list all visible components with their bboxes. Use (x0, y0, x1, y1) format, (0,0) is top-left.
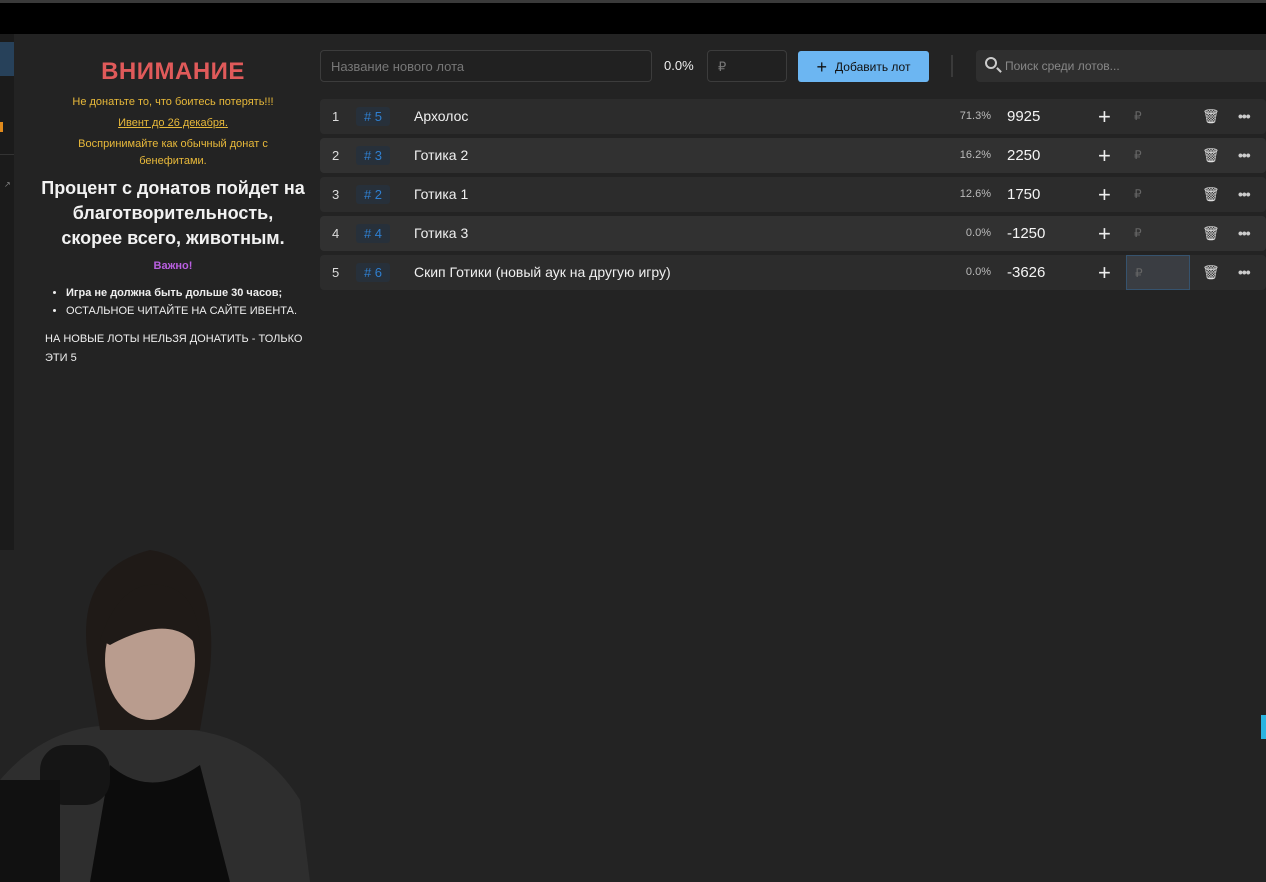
event-link[interactable]: Ивент до 26 декабря. (40, 115, 306, 132)
lot-donation-input[interactable]: ₽ (1126, 255, 1190, 290)
lot-id[interactable]: # 3 (356, 146, 390, 165)
lot-id[interactable]: # 6 (356, 263, 390, 282)
add-lot-button[interactable]: + Добавить лот (798, 51, 929, 82)
lot-name[interactable]: Готика 3 (414, 216, 468, 251)
more-options-icon[interactable]: ••• (1238, 216, 1251, 251)
more-options-icon[interactable]: ••• (1238, 255, 1251, 290)
more-options-icon[interactable]: ••• (1238, 177, 1251, 212)
lots-list: 1 # 5 Архолос 71.3% 9925 + ₽ 🗑 ••• 2 # 3 … (320, 99, 1266, 294)
rule-item: ОСТАЛЬНОЕ ЧИТАЙТЕ НА САЙТЕ ИВЕНТА. (66, 302, 306, 320)
rule-item: Игра не должна быть дольше 30 часов; (66, 284, 306, 302)
lot-index: 3 (332, 187, 340, 202)
rules-list: Игра не должна быть дольше 30 часов; ОСТ… (66, 284, 306, 320)
add-amount-plus-icon[interactable]: + (1098, 177, 1111, 212)
add-amount-plus-icon[interactable]: + (1098, 138, 1111, 173)
important-label: Важно! (153, 260, 193, 272)
lot-id[interactable]: # 5 (356, 107, 390, 126)
lot-amount: 9925 (1007, 108, 1041, 125)
new-lot-name-input[interactable]: Название нового лота (320, 50, 652, 82)
lot-donation-input[interactable]: ₽ (1126, 216, 1190, 251)
webcam-overlay (0, 550, 310, 882)
charity-heading: Процент с донатов пойдет на благотворите… (41, 178, 305, 248)
toolbar: Название нового лота 0.0% ₽ + Добавить л… (320, 50, 1266, 82)
lot-amount: 2250 (1007, 147, 1041, 164)
lot-donation-input[interactable]: ₽ (1126, 177, 1190, 212)
lot-amount: -1250 (1007, 225, 1046, 242)
add-amount-plus-icon[interactable]: + (1098, 255, 1111, 290)
lot-donation-input[interactable]: ₽ (1126, 99, 1190, 134)
notice-footer: НА НОВЫЕ ЛОТЫ НЕЛЬЗЯ ДОНАТИТЬ - ТОЛЬКО Э… (45, 333, 303, 364)
lot-amount: -3626 (1007, 264, 1046, 281)
lot-id[interactable]: # 2 (356, 185, 390, 204)
lot-percent: 0.0% (965, 266, 991, 278)
notice-text: Воспринимайте как обычный донат с бенефи… (78, 138, 268, 167)
new-lot-percent: 0.0% (664, 58, 694, 73)
sidebar-item-active[interactable] (0, 42, 14, 76)
lot-name[interactable]: Архолос (414, 99, 468, 134)
lot-id[interactable]: # 4 (356, 224, 390, 243)
plus-icon: + (816, 56, 828, 77)
more-options-icon[interactable]: ••• (1238, 99, 1251, 134)
lot-amount: 1750 (1007, 186, 1041, 203)
notice-warning: Не донатьте то, что боитесь потерять!!! (72, 96, 274, 108)
trash-icon[interactable]: 🗑 (1202, 99, 1220, 134)
trash-icon[interactable]: 🗑 (1202, 138, 1220, 173)
lot-row[interactable]: 5 # 6 Скип Готики (новый аук на другую и… (320, 255, 1266, 290)
lot-index: 4 (332, 226, 340, 241)
lot-index: 2 (332, 148, 340, 163)
lot-name[interactable]: Готика 1 (414, 177, 468, 212)
lot-percent: 12.6% (959, 188, 991, 200)
lot-row[interactable]: 3 # 2 Готика 1 12.6% 1750 + ₽ 🗑 ••• (320, 177, 1266, 212)
trash-icon[interactable]: 🗑 (1202, 255, 1220, 290)
top-bar (0, 0, 1266, 34)
trash-icon[interactable]: 🗑 (1202, 177, 1220, 212)
lot-row[interactable]: 2 # 3 Готика 2 16.2% 2250 + ₽ 🗑 ••• (320, 138, 1266, 173)
lot-percent: 16.2% (959, 149, 991, 161)
more-options-icon[interactable]: ••• (1238, 138, 1251, 173)
lot-percent: 71.3% (959, 110, 991, 122)
search-icon (985, 57, 997, 69)
sidebar-indicator (0, 122, 3, 132)
search-input[interactable]: Поиск среди лотов... (976, 50, 1266, 82)
add-amount-plus-icon[interactable]: + (1098, 216, 1111, 251)
sidebar-divider (0, 154, 14, 155)
lot-row[interactable]: 4 # 4 Готика 3 0.0% -1250 + ₽ 🗑 ••• (320, 216, 1266, 251)
add-lot-label: Добавить лот (835, 59, 911, 74)
toolbar-divider (951, 55, 953, 77)
external-link-icon[interactable]: ↗ (4, 180, 11, 189)
lot-name[interactable]: Скип Готики (новый аук на другую игру) (414, 255, 671, 290)
trash-icon[interactable]: 🗑 (1202, 216, 1220, 251)
notice-title: ВНИМАНИЕ (101, 58, 245, 85)
lot-name[interactable]: Готика 2 (414, 138, 468, 173)
search-placeholder: Поиск среди лотов... (1005, 59, 1120, 73)
lot-index: 5 (332, 265, 340, 280)
new-lot-amount-input[interactable]: ₽ (707, 50, 787, 82)
notice-panel: ВНИМАНИЕ Не донатьте то, что боитесь пот… (40, 58, 306, 368)
lot-index: 1 (332, 109, 340, 124)
overlay-edge (1261, 715, 1266, 739)
add-amount-plus-icon[interactable]: + (1098, 99, 1111, 134)
lot-percent: 0.0% (965, 227, 991, 239)
lot-donation-input[interactable]: ₽ (1126, 138, 1190, 173)
lot-row[interactable]: 1 # 5 Архолос 71.3% 9925 + ₽ 🗑 ••• (320, 99, 1266, 134)
